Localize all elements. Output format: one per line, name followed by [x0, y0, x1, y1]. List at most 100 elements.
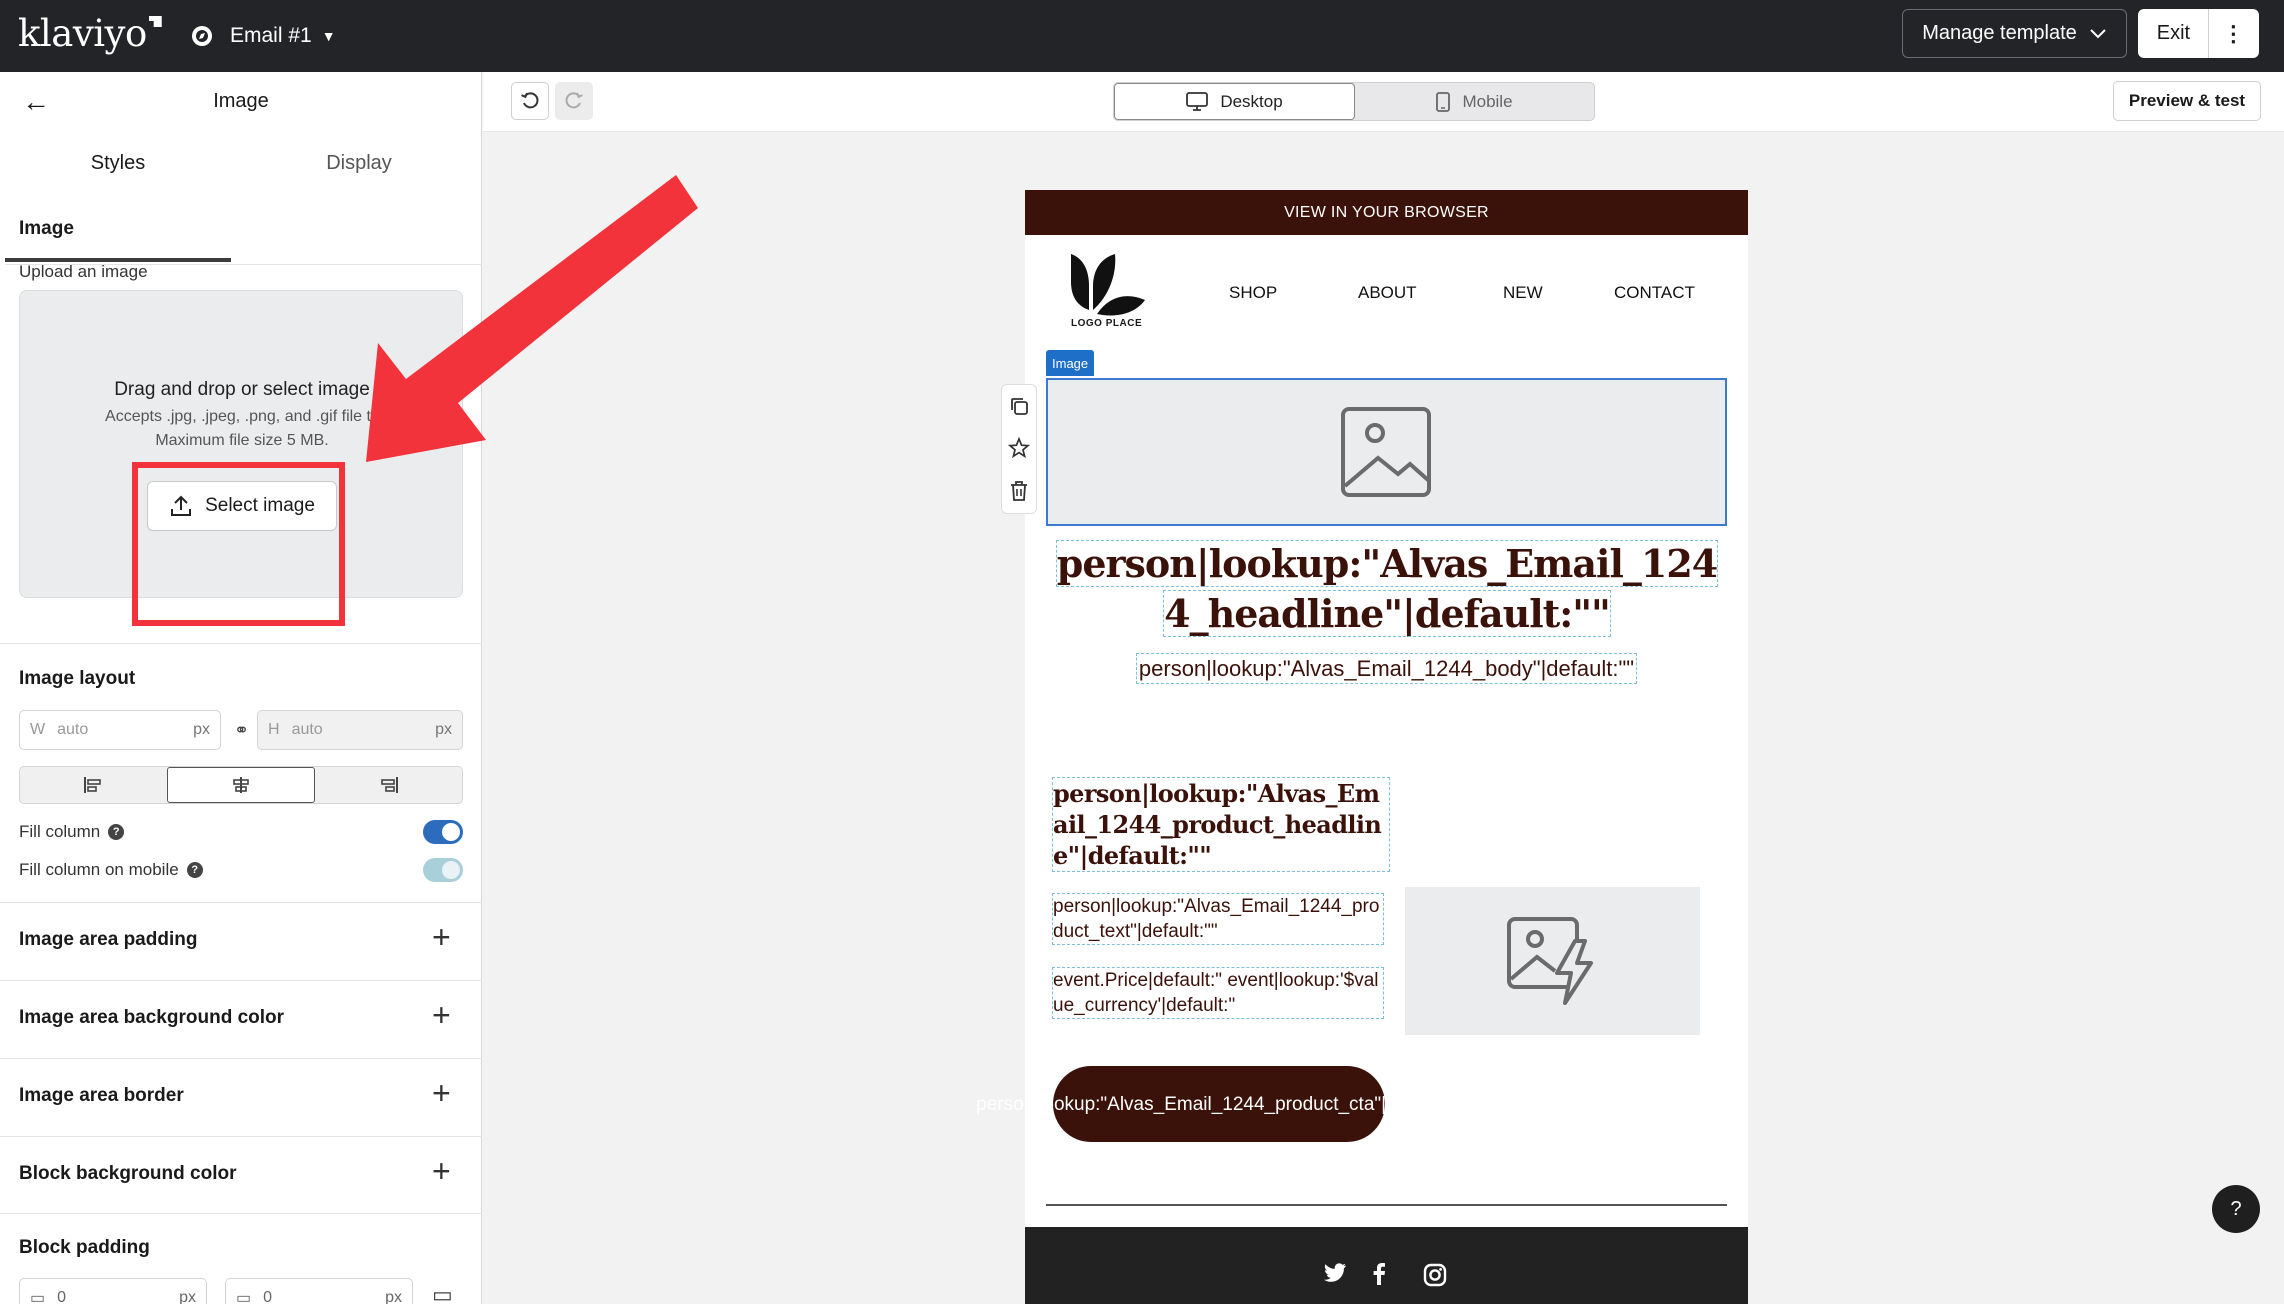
align-left-icon [84, 777, 102, 793]
price-text[interactable]: event.Price|default:" event|lookup:'$val… [1052, 967, 1384, 1019]
divider-line [1046, 1204, 1727, 1206]
align-right-icon [380, 777, 398, 793]
top-bar: klaviyo Email #1 ▼ Manage template Exit … [0, 0, 2284, 72]
more-options-icon[interactable]: ⋮ [2209, 21, 2258, 47]
exit-button[interactable]: Exit [2139, 22, 2208, 45]
logo-flag-icon [148, 16, 162, 27]
desktop-view-button[interactable]: Desktop [1114, 83, 1355, 120]
email-preview: VIEW IN YOUR BROWSER LOGO PLACE SHOP ABO… [976, 190, 1748, 1304]
upload-icon [171, 495, 192, 516]
help-icon[interactable]: ? [108, 824, 125, 840]
exit-button-group: Exit ⋮ [2138, 9, 2259, 58]
selected-image-block[interactable] [1046, 378, 1727, 526]
facebook-icon[interactable] [1372, 1263, 1386, 1285]
align-right-button[interactable] [315, 767, 462, 803]
trash-icon[interactable] [1009, 480, 1029, 502]
plus-icon[interactable]: + [432, 919, 451, 956]
preview-test-button[interactable]: Preview & test [2113, 81, 2261, 121]
dropzone-accepts: Accepts .jpg, .jpeg, .png, and .gif file… [105, 408, 379, 425]
product-headline-text[interactable]: person|lookup:"Alvas_Email_1244_product_… [1052, 777, 1390, 872]
image-area-bg-color-row[interactable]: Image area background color + [0, 980, 482, 1058]
klaviyo-logo[interactable]: klaviyo [18, 12, 162, 55]
email-footer [1025, 1227, 1748, 1304]
alignment-control [19, 766, 463, 804]
fill-column-toggle[interactable] [423, 820, 463, 844]
tab-display[interactable]: Display [246, 140, 472, 262]
desktop-icon [1186, 91, 1209, 111]
device-toggle: Desktop Mobile [1113, 82, 1595, 121]
product-text[interactable]: person|lookup:"Alvas_Email_1244_product_… [1052, 893, 1384, 945]
image-area-padding-row[interactable]: Image area padding + [0, 902, 482, 980]
product-image-placeholder[interactable] [1405, 887, 1700, 1035]
fill-column-mobile-row: Fill column on mobile ? [19, 860, 203, 880]
redo-button[interactable] [555, 82, 593, 120]
help-button[interactable]: ? [2212, 1185, 2260, 1233]
padding-side-icon: ▭ [236, 1290, 252, 1304]
product-cta-button[interactable]: person|lookup:"Alvas_Email_1244_product_… [976, 1066, 1462, 1142]
mobile-icon [1436, 91, 1451, 112]
width-input[interactable]: W auto px [19, 710, 221, 750]
image-settings-panel: ← Image Styles Display Image Upload an i… [0, 72, 482, 1304]
email-name: Email #1 [230, 24, 312, 47]
image-dropzone[interactable]: Drag and drop or select image Accepts .j… [19, 290, 463, 598]
image-section-label: Image [19, 218, 74, 239]
logo-caption: LOGO PLACE [1071, 318, 1143, 329]
chevron-down-icon [2090, 28, 2106, 38]
panel-title: Image [213, 90, 269, 112]
body-text[interactable]: person|lookup:"Alvas_Email_1244_body"|de… [1025, 653, 1748, 684]
dropzone-title: Drag and drop or select image [114, 379, 370, 400]
twitter-icon[interactable] [1323, 1263, 1347, 1283]
email-switcher[interactable]: Email #1 ▼ [190, 18, 336, 54]
headline-text[interactable]: person|lookup:"Alvas_Email_124 4_headlin… [1047, 539, 1727, 639]
divider [0, 643, 482, 644]
plus-icon[interactable]: + [432, 1075, 451, 1112]
dynamic-image-icon [1506, 917, 1593, 1005]
caret-down-icon: ▼ [321, 28, 336, 44]
tab-styles[interactable]: Styles [5, 140, 231, 262]
block-padding-row: Block padding ▭ 0 px ▭ 0 px ▭ [0, 1213, 482, 1304]
padding-right-input[interactable]: ▭ 0 px [225, 1278, 413, 1304]
padding-link-icon[interactable]: ▭ [432, 1282, 453, 1304]
align-center-button[interactable] [166, 767, 316, 803]
compass-icon [192, 26, 212, 46]
image-area-border-row[interactable]: Image area border + [0, 1058, 482, 1136]
help-icon[interactable]: ? [186, 862, 203, 878]
star-icon[interactable] [1008, 436, 1030, 459]
plus-icon[interactable]: + [432, 997, 451, 1034]
fill-column-mobile-toggle[interactable] [423, 858, 463, 882]
image-block-badge: Image [1046, 350, 1095, 376]
undo-button[interactable] [511, 82, 549, 120]
nav-contact[interactable]: CONTACT [1614, 283, 1695, 303]
padding-side-icon: ▭ [30, 1290, 46, 1304]
image-placeholder-icon [1341, 407, 1431, 497]
manage-template-button[interactable]: Manage template [1902, 9, 2127, 58]
toggle-knob [442, 861, 460, 879]
upload-label: Upload an image [19, 262, 148, 281]
select-image-button[interactable]: Select image [147, 481, 337, 531]
mobile-view-button[interactable]: Mobile [1355, 83, 1594, 120]
block-bg-color-row[interactable]: Block background color + [0, 1136, 482, 1214]
fill-column-row: Fill column ? [19, 822, 125, 842]
block-actions-toolbar [1001, 384, 1037, 514]
undo-icon [521, 92, 539, 109]
plus-icon[interactable]: + [432, 1153, 451, 1190]
dropzone-max-size: Maximum file size 5 MB. [155, 432, 329, 449]
panel-header: ← Image [0, 72, 482, 128]
duplicate-icon[interactable] [1009, 396, 1029, 416]
redo-icon [565, 92, 583, 109]
brand-logo-icon[interactable] [1069, 252, 1149, 316]
align-left-button[interactable] [20, 767, 167, 803]
align-center-icon [233, 777, 249, 793]
toggle-knob [442, 823, 460, 841]
canvas-toolbar: Desktop Mobile Preview & test [483, 72, 2284, 132]
image-layout-label: Image layout [19, 668, 136, 689]
instagram-icon[interactable] [1423, 1263, 1447, 1287]
nav-new[interactable]: NEW [1503, 283, 1543, 303]
padding-left-input[interactable]: ▭ 0 px [19, 1278, 207, 1304]
link-ratio-icon[interactable]: ⚭ [234, 720, 249, 741]
view-in-browser-bar[interactable]: VIEW IN YOUR BROWSER [1025, 190, 1748, 235]
nav-shop[interactable]: SHOP [1229, 283, 1277, 303]
panel-tabs: Styles Display [5, 140, 482, 265]
nav-about[interactable]: ABOUT [1358, 283, 1417, 303]
height-input[interactable]: H auto px [257, 710, 463, 750]
